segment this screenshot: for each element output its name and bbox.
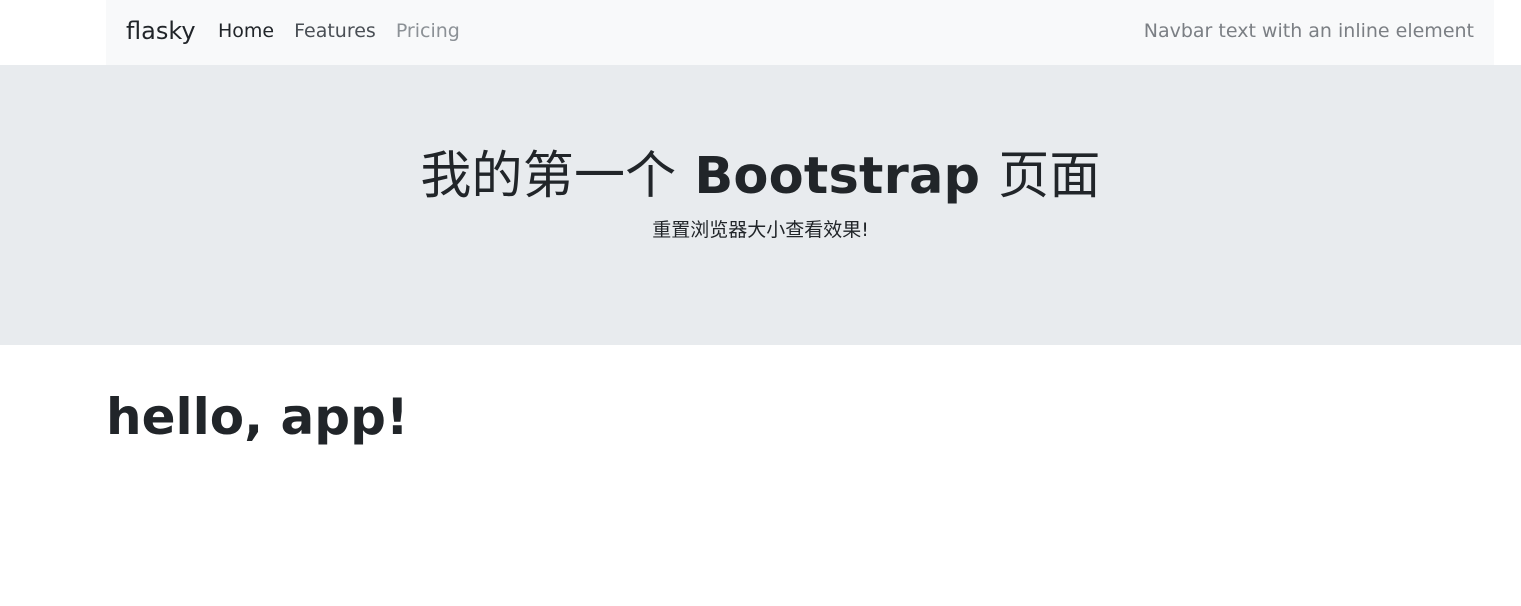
hero-title-part-2: 页面 [998, 147, 1101, 206]
brand-link[interactable]: flasky [126, 15, 196, 47]
main-content: hello, app! [106, 387, 409, 447]
nav-links: Home Features Pricing [218, 18, 460, 45]
hero-title-part-1: 我的第一个 [420, 147, 677, 206]
hero-jumbotron: 我的第一个 Bootstrap 页面 重置浏览器大小查看效果! [0, 65, 1521, 345]
nav-home-link[interactable]: Home [218, 18, 274, 45]
hero-subtitle: 重置浏览器大小查看效果! [652, 219, 869, 241]
hero-title-bootstrap: Bootstrap [694, 147, 981, 206]
nav-features-link[interactable]: Features [294, 18, 376, 45]
top-navbar: flasky Home Features Pricing Navbar text… [106, 0, 1494, 65]
main-heading: hello, app! [106, 388, 409, 446]
nav-pricing-link: Pricing [395, 20, 460, 42]
navbar: flasky Home Features Pricing Navbar text… [106, 0, 1494, 65]
navbar-text: Navbar text with an inline element [1143, 20, 1474, 42]
hero-title: 我的第一个 Bootstrap 页面 [0, 145, 1521, 209]
